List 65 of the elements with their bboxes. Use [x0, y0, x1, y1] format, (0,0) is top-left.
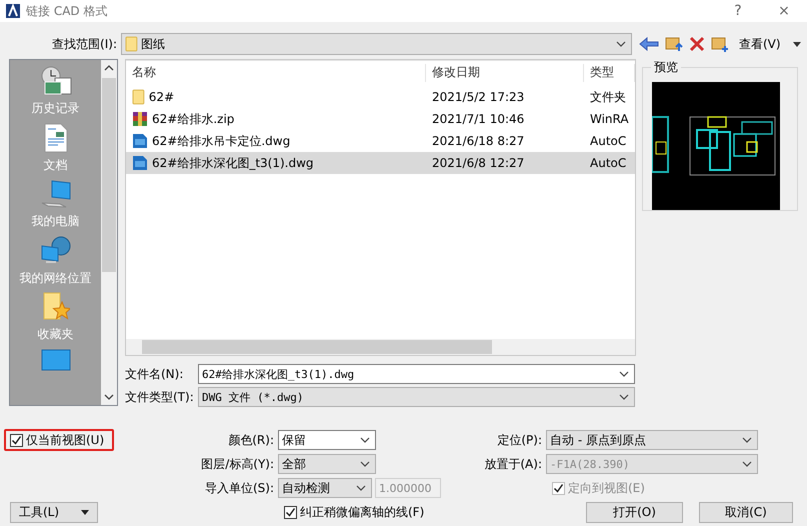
- network-computer-icon: [40, 236, 72, 266]
- desktop-icon: [40, 348, 70, 370]
- column-header[interactable]: 类型: [584, 64, 635, 82]
- positioning-dropdown[interactable]: 自动 - 原点到原点: [546, 430, 758, 450]
- caret-icon: [793, 42, 801, 46]
- chevron-icon: [742, 461, 752, 467]
- favorites-folder-icon: [42, 292, 70, 322]
- column-header[interactable]: 名称: [126, 64, 426, 82]
- check-icon: [11, 434, 22, 446]
- import-units-label: 导入单位(S):: [204, 480, 275, 496]
- folder-up-icon[interactable]: [665, 35, 683, 53]
- chevron-icon: [619, 394, 629, 400]
- chevron-icon: [742, 437, 752, 443]
- layers-label: 图层/标高(Y):: [200, 456, 275, 472]
- document-icon: [44, 122, 68, 152]
- close-button[interactable]: ×: [761, 0, 807, 22]
- folder-icon: [125, 36, 138, 52]
- file-name-field[interactable]: 62#给排水深化图_t3(1).dwg: [198, 364, 635, 384]
- column-header[interactable]: 修改日期: [426, 64, 584, 82]
- chevron-icon: [360, 437, 370, 443]
- file-row[interactable]: 62# 2021/5/2 17:23 文件夹: [126, 86, 635, 108]
- color-dropdown[interactable]: 保留: [278, 430, 376, 450]
- window-title: 链接 CAD 格式: [26, 2, 108, 20]
- file-row[interactable]: 62#给排水吊卡定位.dwg 2021/6/18 8:27 AutoC: [126, 130, 635, 152]
- place-at-label: 放置于(A):: [483, 456, 543, 472]
- look-in-dropdown[interactable]: 图纸: [121, 33, 632, 55]
- color-label: 颜色(R):: [227, 432, 275, 448]
- layers-dropdown[interactable]: 全部: [278, 454, 376, 474]
- scrollbar-thumb[interactable]: [102, 78, 116, 272]
- cancel-button[interactable]: 取消(C): [699, 502, 793, 522]
- view-menu-button[interactable]: 查看(V): [735, 34, 801, 54]
- checkbox[interactable]: 纠正稍微偏离轴的线(F): [278, 501, 546, 523]
- import-units-dropdown[interactable]: 自动检测: [278, 478, 372, 498]
- positioning-label: 定位(P):: [496, 432, 543, 448]
- chevron-icon: [356, 485, 366, 491]
- check-icon: [285, 506, 296, 518]
- chevron-icon: [616, 41, 626, 47]
- chevron-icon: [619, 371, 629, 378]
- file-name-label: 文件名(N):: [125, 366, 184, 383]
- file-type-label: 文件类型(T):: [125, 388, 195, 406]
- scrollbar-thumb[interactable]: [142, 340, 492, 354]
- caret-icon: [81, 510, 89, 514]
- back-arrow-icon[interactable]: [639, 37, 659, 51]
- cad-file-icon: [132, 155, 148, 171]
- open-button[interactable]: 打开(O): [586, 502, 683, 522]
- checkbox[interactable]: 仅当前视图(U): [4, 429, 114, 451]
- computer-icon: [40, 179, 72, 209]
- check-icon: [553, 482, 564, 494]
- tools-button[interactable]: 工具(L): [10, 502, 98, 522]
- chevron-icon: [360, 461, 370, 467]
- preview-label: 预览: [653, 59, 679, 76]
- archive-icon: [132, 111, 148, 127]
- file-type-dropdown[interactable]: DWG 文件 (*.dwg): [198, 387, 635, 408]
- new-folder-icon[interactable]: [711, 35, 729, 53]
- clock-picture-icon: [40, 66, 72, 96]
- app-logo-icon: [6, 4, 20, 18]
- file-row[interactable]: 62#给排水深化图_t3(1).dwg 2021/6/8 12:27 AutoC: [126, 152, 635, 174]
- file-row[interactable]: 62#给排水.zip 2021/7/1 10:46 WinRA: [126, 108, 635, 130]
- help-button[interactable]: ?: [715, 0, 761, 22]
- scroll-down-icon[interactable]: [104, 394, 114, 400]
- delete-icon[interactable]: [689, 36, 705, 52]
- cad-file-icon: [132, 133, 148, 149]
- folder-icon: [132, 89, 145, 105]
- look-in-label: 查找范围(I):: [51, 36, 118, 52]
- scroll-up-icon[interactable]: [104, 65, 114, 71]
